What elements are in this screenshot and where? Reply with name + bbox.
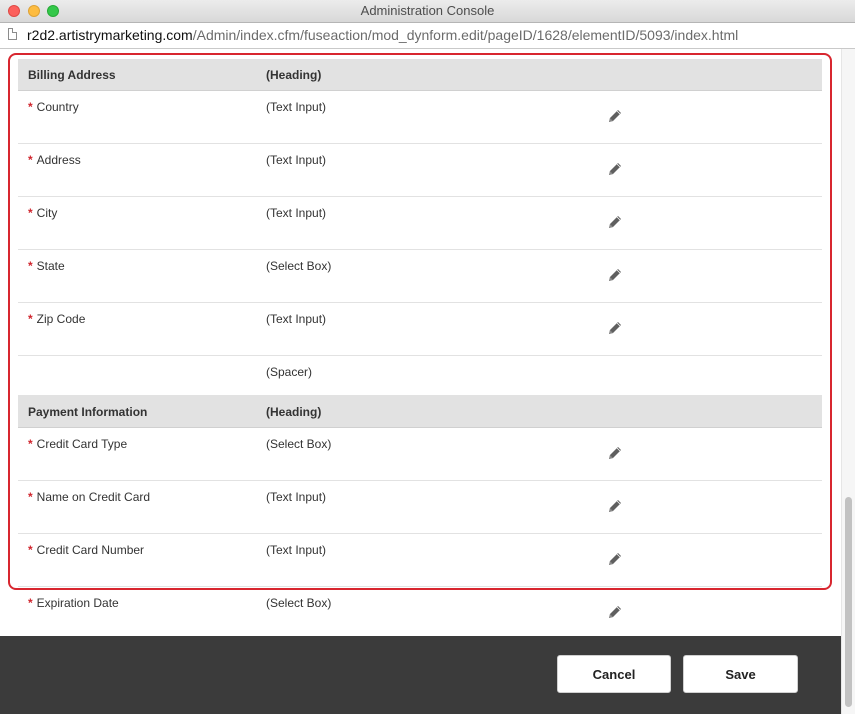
- field-type: (Select Box): [266, 596, 332, 610]
- scrollbar-thumb[interactable]: [845, 497, 852, 707]
- address-host: r2d2.artistrymarketing.com: [27, 27, 193, 43]
- window-title: Administration Console: [360, 3, 495, 18]
- address-url[interactable]: r2d2.artistrymarketing.com/Admin/index.c…: [27, 27, 738, 43]
- field-label: Expiration Date: [36, 596, 119, 610]
- highlight-outline: [8, 53, 832, 590]
- cancel-button[interactable]: Cancel: [557, 655, 671, 693]
- address-bar[interactable]: r2d2.artistrymarketing.com/Admin/index.c…: [0, 23, 855, 49]
- field-type-cell: (Select Box): [266, 586, 592, 640]
- field-actions-cell: [592, 586, 822, 640]
- required-marker: *: [28, 596, 33, 610]
- save-button[interactable]: Save: [683, 655, 798, 693]
- field-label-cell: * Expiration Date: [18, 586, 266, 640]
- document-icon: [8, 28, 17, 40]
- address-path: /Admin/index.cfm/fuseaction/mod_dynform.…: [192, 27, 739, 43]
- pencil-icon[interactable]: [606, 603, 624, 621]
- window-titlebar: Administration Console: [0, 0, 855, 23]
- field-row: * Expiration Date (Select Box): [18, 586, 822, 640]
